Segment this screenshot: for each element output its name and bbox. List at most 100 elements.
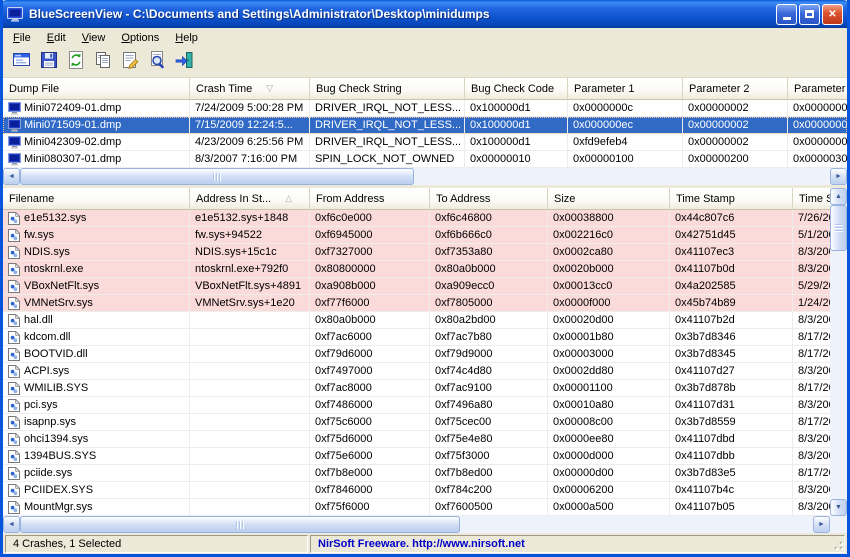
column-header-bug-check-code[interactable]: Bug Check Code [465, 78, 568, 100]
upper-scrollbar-thumb[interactable] [20, 168, 414, 185]
exit-button[interactable] [170, 50, 197, 76]
cell-from-address: 0xf7b8e000 [310, 465, 430, 482]
resize-grip[interactable] [832, 539, 844, 551]
menu-view[interactable]: View [74, 30, 114, 46]
driver-row[interactable]: ohci1394.sys0xf75d60000xf75e4e800x0000ee… [3, 431, 830, 448]
driver-file-icon [8, 484, 24, 497]
exit-icon [174, 50, 194, 75]
column-header-time-stamp[interactable]: Time Stamp [670, 188, 793, 210]
lower-scrollbar-thumb[interactable] [20, 516, 460, 533]
driver-row[interactable]: pciide.sys0xf7b8e0000xf7b8ed000x00000d00… [3, 465, 830, 482]
copy-button[interactable] [89, 50, 116, 76]
cell-to-address: 0x80a2bd00 [430, 312, 548, 329]
driver-row[interactable]: pci.sys0xf74860000xf7496a800x00010a800x4… [3, 397, 830, 414]
driver-file-icon [8, 399, 24, 412]
driver-row[interactable]: NDIS.sysNDIS.sys+15c1c0xf73270000xf7353a… [3, 244, 830, 261]
column-header-to-address[interactable]: To Address [430, 188, 548, 210]
cell-to-address: 0xf7ac9100 [430, 380, 548, 397]
copy-icon [93, 50, 113, 75]
driver-file-icon [8, 263, 24, 276]
column-header-bug-check-string[interactable]: Bug Check String [310, 78, 465, 100]
cell-filename: VBoxNetFlt.sys [3, 278, 190, 295]
scroll-up-button[interactable]: ▲ [830, 188, 847, 205]
cell-from-address: 0xf75d6000 [310, 431, 430, 448]
column-header-address-in-st[interactable]: Address In St...△ [190, 188, 310, 210]
driver-row[interactable]: PCIIDEX.SYS0xf78460000xf784c2000x0000620… [3, 482, 830, 499]
minimize-icon [783, 17, 791, 20]
crash-row[interactable]: Mini072409-01.dmp7/24/2009 5:00:28 PMDRI… [3, 100, 847, 117]
cell-text: NDIS.sys [24, 244, 70, 260]
driver-row[interactable]: WMILIB.SYS0xf7ac80000xf7ac91000x00001100… [3, 380, 830, 397]
properties-button[interactable] [116, 50, 143, 76]
column-header-parameter-3[interactable]: Parameter 3 [788, 78, 847, 100]
driver-row[interactable]: isapnp.sys0xf75c60000xf75cec000x00008c00… [3, 414, 830, 431]
find-button[interactable] [143, 50, 170, 76]
column-header-dump-file[interactable]: Dump File [3, 78, 190, 100]
menu-options[interactable]: Options [113, 30, 167, 46]
column-label: Parameter 3 [794, 83, 847, 95]
column-header-parameter-2[interactable]: Parameter 2 [683, 78, 788, 100]
cell-from-address: 0xf75e6000 [310, 448, 430, 465]
cell-address-in-stack [190, 346, 310, 363]
column-header-time-str[interactable]: Time Str [793, 188, 830, 210]
crash-row[interactable]: Mini042309-02.dmp4/23/2009 6:25:56 PMDRI… [3, 134, 847, 151]
driver-file-icon [8, 297, 24, 310]
menu-edit[interactable]: Edit [39, 30, 74, 46]
cell-time-string: 8/3/200 [793, 448, 830, 465]
column-header-filename[interactable]: Filename [3, 188, 190, 210]
cell-address-in-stack [190, 482, 310, 499]
save-icon [39, 50, 59, 75]
refresh-button[interactable] [62, 50, 89, 76]
cell-address-in-stack [190, 414, 310, 431]
cell-time-stamp: 0x41107dbb [670, 448, 793, 465]
cell-dump-file: Mini042309-02.dmp [3, 134, 190, 151]
lower-vertical-scrollbar[interactable]: ▲ ▼ [830, 188, 847, 516]
driver-row[interactable]: fw.sysfw.sys+945220xf69450000xf6b666c00x… [3, 227, 830, 244]
cell-address-in-stack: VMNetSrv.sys+1e20 [190, 295, 310, 312]
driver-row[interactable]: ACPI.sys0xf74970000xf74c4d800x0002dd800x… [3, 363, 830, 380]
cell-address-in-stack [190, 363, 310, 380]
nirsoft-link[interactable]: NirSoft Freeware. http://www.nirsoft.net [318, 538, 525, 550]
driver-row[interactable]: BOOTVID.dll0xf79d60000xf79d90000x0000300… [3, 346, 830, 363]
menu-file[interactable]: File [5, 30, 39, 46]
cell-bug-check-string: DRIVER_IRQL_NOT_LESS... [310, 117, 465, 134]
minimize-button[interactable] [776, 4, 797, 25]
close-button[interactable]: ✕ [822, 4, 843, 25]
scroll-right-button[interactable]: ► [830, 168, 847, 185]
maximize-button[interactable] [799, 4, 820, 25]
cell-time-string: 8/3/200 [793, 363, 830, 380]
crash-row[interactable]: Mini080307-01.dmp8/3/2007 7:16:00 PMSPIN… [3, 151, 847, 168]
scroll-right-button[interactable]: ► [813, 516, 830, 533]
driver-row[interactable]: 1394BUS.SYS0xf75e60000xf75f30000x0000d00… [3, 448, 830, 465]
driver-row[interactable]: ntoskrnl.exentoskrnl.exe+792f00x80800000… [3, 261, 830, 278]
column-header-parameter-1[interactable]: Parameter 1 [568, 78, 683, 100]
driver-row[interactable]: kdcom.dll0xf7ac60000xf7ac7b800x00001b800… [3, 329, 830, 346]
cell-text: hal.dll [24, 312, 53, 328]
upper-horizontal-scrollbar[interactable]: ◄ ► [3, 168, 847, 185]
lower-vscrollbar-thumb[interactable] [830, 205, 847, 251]
column-label: Size [554, 193, 575, 205]
menu-help[interactable]: Help [167, 30, 206, 46]
driver-row[interactable]: VBoxNetFlt.sysVBoxNetFlt.sys+48910xa908b… [3, 278, 830, 295]
scroll-left-button[interactable]: ◄ [3, 168, 20, 185]
driver-row[interactable]: VMNetSrv.sysVMNetSrv.sys+1e200xf77f60000… [3, 295, 830, 312]
column-header-from-address[interactable]: From Address [310, 188, 430, 210]
driver-row[interactable]: MountMgr.sys0xf75f60000xf76005000x0000a5… [3, 499, 830, 516]
scroll-down-button[interactable]: ▼ [830, 499, 847, 516]
cell-address-in-stack [190, 499, 310, 516]
lower-horizontal-scrollbar[interactable]: ◄ ► [3, 516, 830, 533]
crash-row[interactable]: Mini071509-01.dmp7/15/2009 12:24:5...DRI… [3, 117, 847, 134]
title-bar[interactable]: BlueScreenView - C:\Documents and Settin… [0, 0, 850, 28]
column-header-size[interactable]: Size [548, 188, 670, 210]
driver-row[interactable]: e1e5132.syse1e5132.sys+18480xf6c0e0000xf… [3, 210, 830, 227]
column-header-crash-time[interactable]: Crash Time▽ [190, 78, 310, 100]
cell-text: VBoxNetFlt.sys [24, 278, 99, 294]
save-button[interactable] [35, 50, 62, 76]
advanced-options-button[interactable] [8, 50, 35, 76]
driver-row[interactable]: hal.dll0x80a0b0000x80a2bd000x00020d000x4… [3, 312, 830, 329]
scroll-left-button[interactable]: ◄ [3, 516, 20, 533]
cell-parameter2: 0x00000200 [683, 151, 788, 168]
cell-time-stamp: 0x41107b05 [670, 499, 793, 516]
nirsoft-panel: NirSoft Freeware. http://www.nirsoft.net [310, 535, 845, 553]
cell-time-string: 8/3/200 [793, 431, 830, 448]
